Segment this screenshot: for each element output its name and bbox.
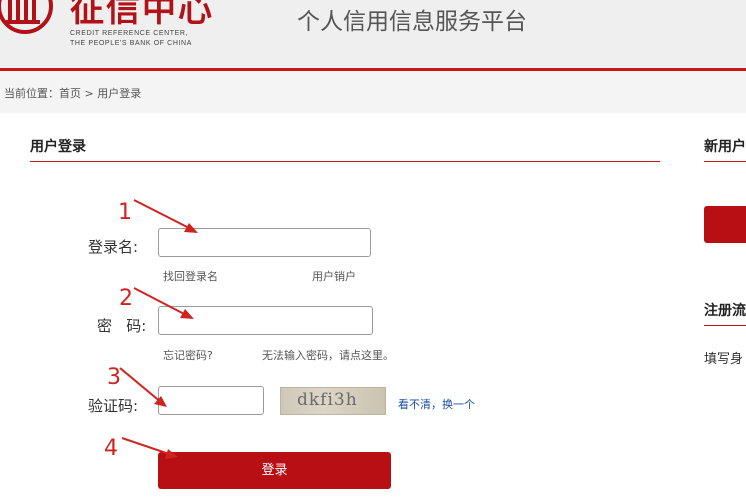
captcha-image-text: dkfi3h — [297, 390, 358, 410]
cancel-user-link[interactable]: 用户销户 — [312, 268, 356, 284]
logo-english-line2: THE PEOPLE'S BANK OF CHINA — [70, 40, 192, 47]
annotation-arrow-1 — [133, 199, 194, 231]
captcha-input[interactable] — [158, 386, 264, 415]
breadcrumb-bar: 当前位置：首页 > 用户登录 — [0, 71, 746, 113]
register-flow-title: 注册流 — [704, 303, 746, 319]
annotation-number-2: 2 — [119, 286, 133, 311]
username-label: 登录名: — [88, 238, 139, 256]
login-button[interactable]: 登录 — [158, 452, 391, 489]
captcha-refresh-link[interactable]: 看不清，换一个 — [398, 396, 475, 412]
find-login-name-link[interactable]: 找回登录名 — [163, 268, 218, 284]
breadcrumb: 当前位置：首页 > 用户登录 — [4, 87, 142, 100]
logo-english-line1: CREDIT REFERENCE CENTER, — [70, 30, 189, 37]
logo-chinese-text: 征信中心 — [70, 0, 214, 30]
login-section-divider — [30, 161, 660, 162]
login-section-title: 用户登录 — [30, 139, 86, 155]
register-flow-text: 填写身 — [704, 352, 744, 367]
captcha-image[interactable]: dkfi3h — [280, 387, 386, 415]
annotation-number-4: 4 — [104, 436, 118, 461]
username-input[interactable] — [158, 228, 371, 257]
password-input[interactable] — [158, 306, 373, 335]
cannot-input-password-link[interactable]: 无法输入密码，请点这里。 — [262, 347, 394, 363]
new-user-divider — [704, 161, 746, 162]
password-label: 密 码: — [97, 317, 147, 335]
pboc-seal-icon — [0, 0, 53, 34]
annotation-number-3: 3 — [107, 365, 121, 390]
captcha-label: 验证码: — [88, 397, 139, 415]
platform-title: 个人信用信息服务平台 — [297, 9, 527, 35]
register-button[interactable] — [704, 206, 746, 243]
register-flow-divider — [704, 325, 746, 326]
forgot-password-link[interactable]: 忘记密码? — [163, 347, 213, 363]
annotation-number-1: 1 — [118, 200, 132, 225]
site-header: 征信中心 CREDIT REFERENCE CENTER, THE PEOPLE… — [0, 0, 746, 68]
new-user-title: 新用户 — [704, 139, 746, 155]
